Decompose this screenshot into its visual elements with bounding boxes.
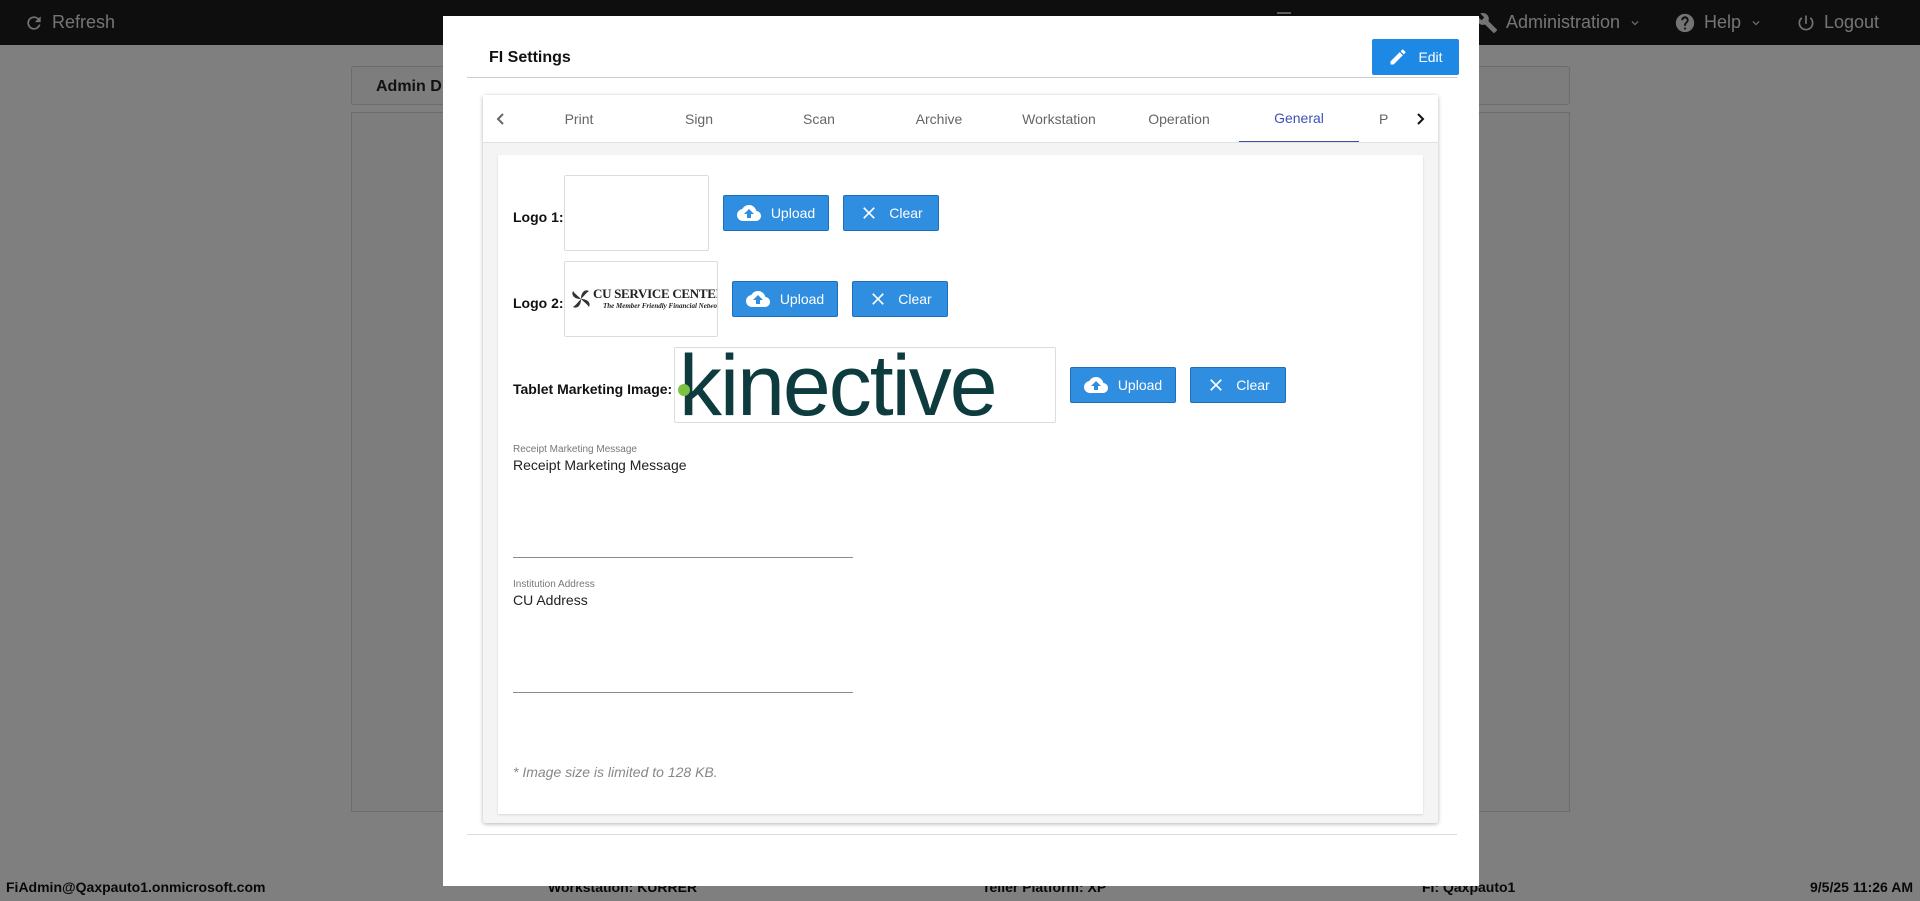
logo1-image-preview [564,175,709,251]
kinective-logo-text: kinective [679,347,998,423]
upload-label: Upload [770,205,816,221]
edit-label: Edit [1418,49,1443,65]
tab-scroll-right-button[interactable] [1406,95,1434,142]
dialog-footer-divider [467,834,1457,835]
tablet-clear-button[interactable]: Clear [1190,367,1286,403]
logo2-upload-button[interactable]: Upload [732,281,838,317]
institution-address-label: Institution Address [513,579,595,590]
tab-scan[interactable]: Scan [759,95,879,142]
cloud-upload-icon [745,291,770,307]
settings-tab-bar: Print Sign Scan Archive Workstation Oper… [483,95,1438,143]
cloud-upload-icon [1083,377,1108,393]
logo2-clear-button[interactable]: Clear [852,281,948,317]
receipt-message-underline [513,557,853,558]
tablet-marketing-image-label: Tablet Marketing Image: [513,381,673,397]
clear-label: Clear [1236,377,1270,393]
pencil-icon [1390,49,1406,65]
close-icon [872,293,885,305]
tablet-marketing-image-preview: kinective [674,347,1056,423]
tab-general[interactable]: General [1239,95,1359,142]
edit-button[interactable]: Edit [1372,39,1459,75]
logo1-upload-button[interactable]: Upload [723,195,829,231]
institution-address-textarea[interactable]: CU Address [513,592,588,608]
general-settings-panel: Logo 1: Upload Clear Logo 2: CU SERVICE … [498,155,1423,814]
cu-service-centers-logo: CU SERVICE CENTERS® The Member Friendly … [567,285,717,315]
tab-workstation[interactable]: Workstation [999,95,1119,142]
upload-label: Upload [779,291,825,307]
chevron-right-icon [1417,113,1425,125]
upload-label: Upload [1117,377,1163,393]
dialog-divider [467,77,1457,78]
tab-scroll-left-button[interactable] [487,95,515,142]
receipt-message-label: Receipt Marketing Message [513,444,637,455]
fi-settings-dialog: FI Settings Edit Print Sign Scan Archive… [443,16,1479,886]
clear-label: Clear [889,205,923,221]
logo2-label: Logo 2: [513,295,564,311]
clear-label: Clear [898,291,932,307]
tablet-upload-button[interactable]: Upload [1070,367,1176,403]
logo2-image-preview: CU SERVICE CENTERS® The Member Friendly … [564,261,718,337]
close-icon [1210,379,1223,391]
chevron-left-icon [496,113,504,125]
kinective-dot-icon [678,384,690,396]
dialog-title: FI Settings [489,49,571,66]
tab-archive[interactable]: Archive [879,95,999,142]
logo2-image-text: CU SERVICE CENTERS® [593,286,717,301]
settings-card: Print Sign Scan Archive Workstation Oper… [483,95,1438,823]
cloud-upload-icon [736,205,761,221]
image-size-note: * Image size is limited to 128 KB. [513,764,718,780]
tab-operation[interactable]: Operation [1119,95,1239,142]
institution-address-underline [513,692,853,693]
close-icon [863,207,876,219]
tab-print[interactable]: Print [519,95,639,142]
logo2-image-tagline: The Member Friendly Financial Network [603,302,718,310]
logo1-clear-button[interactable]: Clear [843,195,939,231]
receipt-message-textarea[interactable]: Receipt Marketing Message [513,457,687,473]
pinwheel-logo-icon [572,290,590,308]
tab-sign[interactable]: Sign [639,95,759,142]
logo1-label: Logo 1: [513,209,564,225]
tab-clipped[interactable]: P [1359,95,1397,142]
